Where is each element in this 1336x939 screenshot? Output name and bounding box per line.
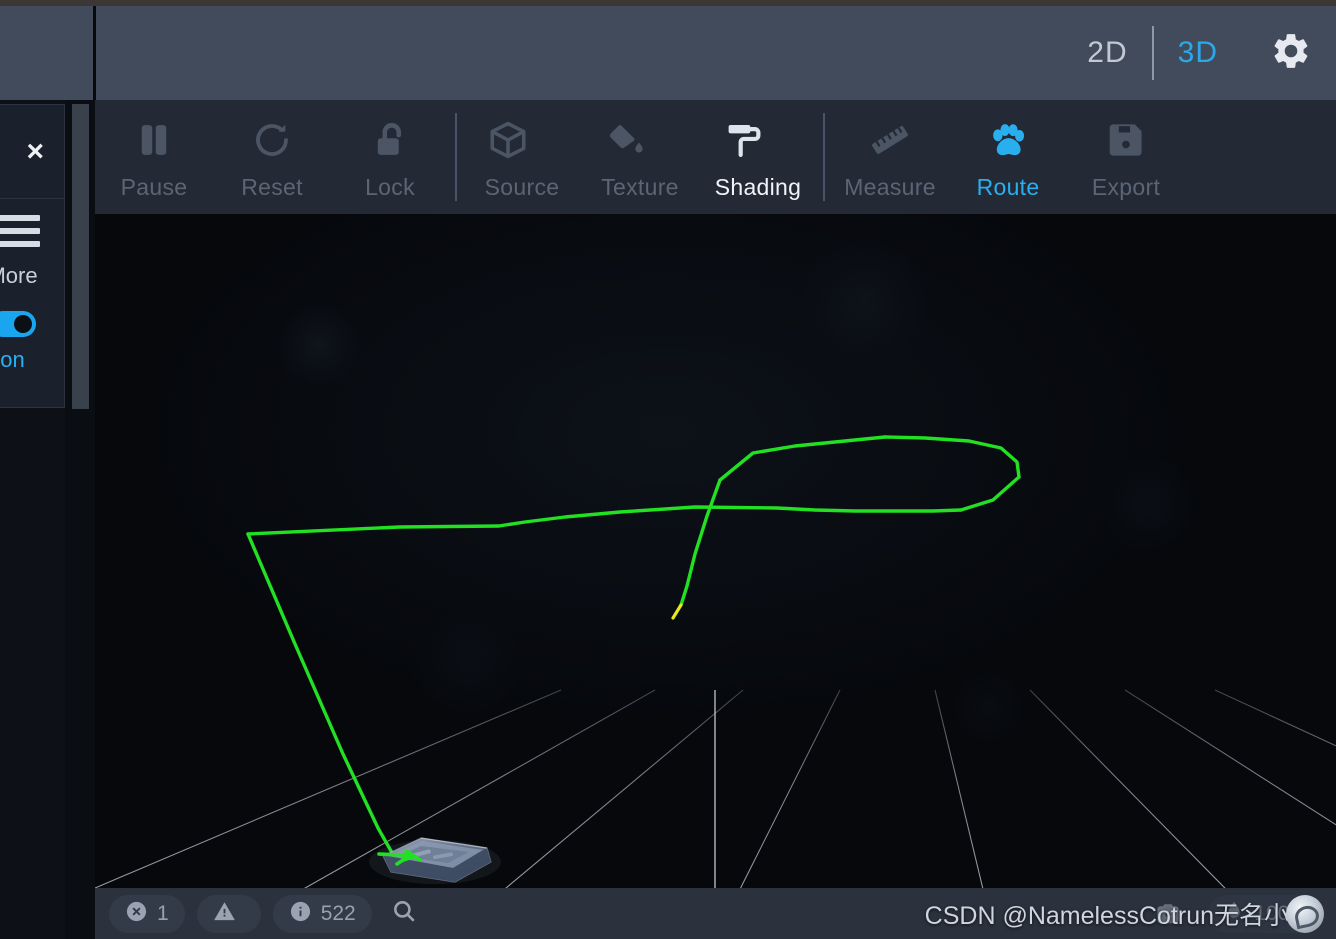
toolbar-button-pause[interactable]: Pause [95,100,213,214]
search-icon [391,898,417,929]
unlock-icon [369,119,411,161]
panel-more-label: More [0,263,38,288]
panel-header: × [0,105,64,199]
panel-toggle-switch[interactable] [0,311,36,337]
toolbar-label-shading: Shading [714,173,802,200]
status-search-button[interactable] [384,894,424,934]
toolbar-icon-row [1105,114,1147,166]
toolbar-icon-row [251,114,293,166]
toolbar-icon-row [487,114,557,166]
pause-icon [133,119,175,161]
warning-triangle-icon [213,900,236,928]
toolbar-label-texture: Texture [601,173,679,200]
toolbar-button-measure[interactable]: Measure [831,100,949,214]
toolbar-label-route: Route [976,173,1040,200]
toolbar-icon-row [133,114,175,166]
toolbar-icon-row [869,114,911,166]
view-mode-2d[interactable]: 2D [1063,34,1151,72]
settings-button[interactable] [1268,30,1314,76]
viewport-3d[interactable] [95,214,1336,939]
ruler-icon [869,119,911,161]
toolbar-button-export[interactable]: Export [1067,100,1185,214]
panel-resize-handle[interactable] [72,104,89,409]
camera-icon[interactable] [1148,894,1188,934]
paint-bucket-icon [605,119,647,161]
zoom-level-value: 100% [1254,901,1308,925]
panel-toggle-group: on [0,311,36,373]
toolbar-button-reset[interactable]: Reset [213,100,331,214]
toolbar-label-measure: Measure [844,173,936,200]
route-end-marker [671,603,683,620]
error-circle-x-icon [125,900,148,928]
status-warning-badge[interactable] [196,894,261,933]
scene-svg [95,435,1336,939]
toolbar-label-pause: Pause [120,173,188,200]
route-path [246,435,1021,866]
header-divider [93,6,96,100]
status-info-badge[interactable]: 522 [272,894,372,933]
close-icon[interactable]: × [26,136,44,167]
info-circle-icon [289,900,312,928]
header-controls: 2D 3D [1063,6,1336,100]
toolbar-label-export: Export [1091,173,1161,200]
status-error-count: 1 [157,901,169,925]
toolbar-button-source[interactable]: Source [463,100,581,214]
hamburger-menu-icon[interactable] [0,215,40,247]
paint-roller-icon [723,119,765,161]
toolbar-icon-row [605,114,675,166]
toolbar-label-source: Source [484,173,560,200]
main-area: Pause Reset Lock Source Texture Shading … [95,100,1336,939]
toolbar-icon-row [723,114,793,166]
gear-icon [1270,30,1312,77]
toolbar-label-reset: Reset [241,173,303,200]
status-error-badge[interactable]: 1 [109,894,185,933]
paw-print-icon [987,119,1029,161]
status-bar: 1 522 100% [95,888,1336,939]
cube-icon [487,119,529,161]
reset-icon [251,119,293,161]
chevron-down-icon [535,129,557,151]
drop-icon [1222,899,1246,928]
status-right-group: 100% [1148,894,1322,934]
main-toolbar: Pause Reset Lock Source Texture Shading … [95,100,1336,214]
left-side-panel: × More on [0,104,65,408]
panel-more-item[interactable]: More on [0,199,64,373]
toolbar-label-lock: Lock [365,173,415,200]
toolbar-button-shading[interactable]: Shading [699,100,817,214]
toolbar-button-texture[interactable]: Texture [581,100,699,214]
chevron-down-icon [771,129,793,151]
status-info-count: 522 [320,901,356,925]
app-root: 2D 3D × More on [0,0,1336,939]
toolbar-icon-row [987,114,1029,166]
floppy-disk-icon [1105,119,1147,161]
toolbar-icon-row [369,114,411,166]
panel-toggle-label: on [0,347,25,372]
toolbar-button-route[interactable]: Route [949,100,1067,214]
toolbar-button-lock[interactable]: Lock [331,100,449,214]
toolbar-separator [823,113,825,201]
zoom-level-control[interactable]: 100% [1208,894,1322,933]
toolbar-separator [455,113,457,201]
chevron-down-icon [653,129,675,151]
view-mode-3d[interactable]: 3D [1154,34,1242,72]
